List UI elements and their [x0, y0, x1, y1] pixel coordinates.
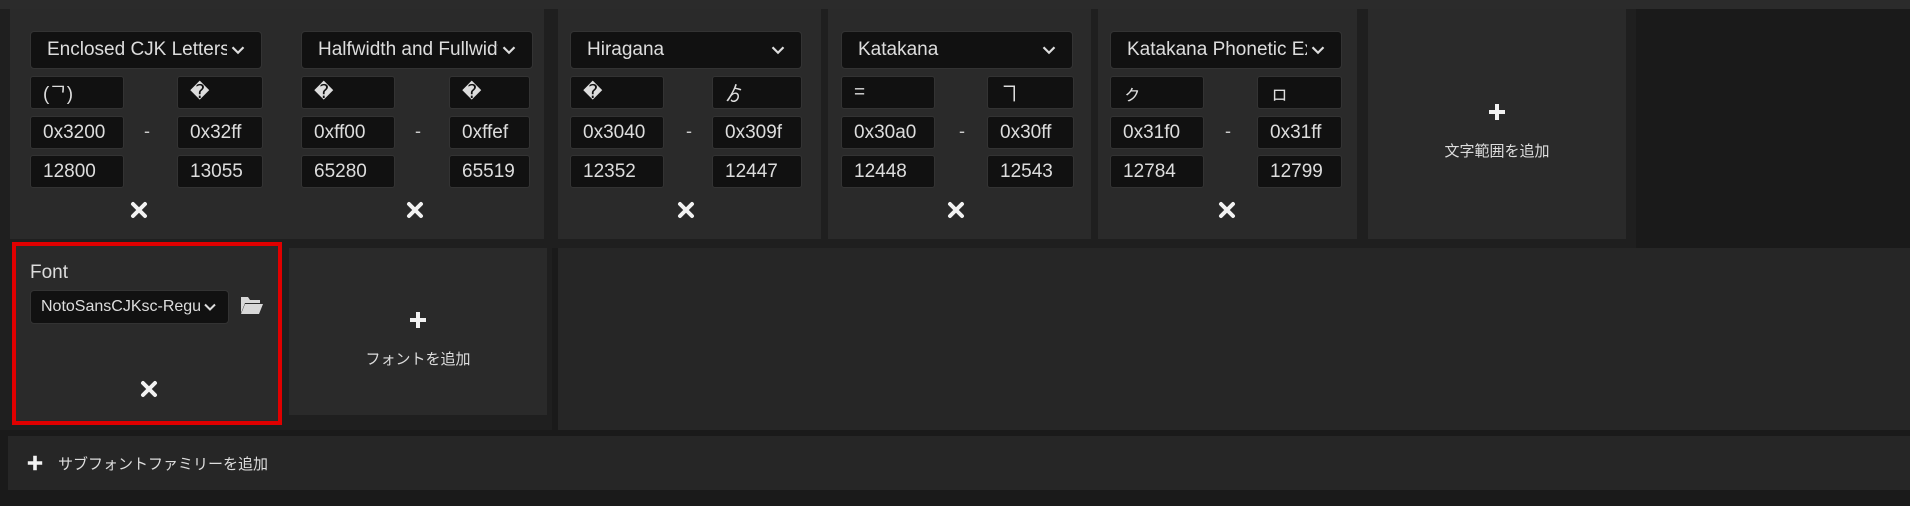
range-card: Enclosed CJK Letters and Months (ᄀ) � 0x… [10, 9, 281, 239]
start-char-field[interactable]: (ᄀ) [30, 76, 124, 109]
remove-range-button[interactable] [406, 201, 424, 219]
folder-open-icon[interactable] [240, 294, 264, 316]
font-title: Font [30, 262, 69, 283]
start-char-field[interactable]: � [301, 76, 395, 109]
end-char-field[interactable]: ヿ [987, 76, 1074, 109]
range-dropdown-label: Hiragana [587, 39, 665, 60]
start-char-field[interactable]: � [570, 76, 664, 109]
remove-range-button[interactable] [947, 201, 965, 219]
end-char-field[interactable]: � [177, 76, 263, 109]
range-card: Katakana Phonetic Extensions ㇰ ㇿ 0x31f0 … [1098, 9, 1357, 239]
add-font-label: フォントを追加 [365, 351, 471, 368]
range-separator: - [686, 121, 692, 141]
start-char-field[interactable]: ㇰ [1110, 76, 1204, 109]
range-dropdown[interactable]: Enclosed CJK Letters and Months [30, 31, 262, 69]
range-card: Halfwidth and Fullwidth Forms � � 0xff00… [281, 9, 544, 239]
add-subfamily-label: サブフォントファミリーを追加 [58, 455, 269, 473]
add-font-button[interactable]: フォントを追加 [289, 248, 547, 415]
start-hex-field[interactable]: 0x3200 [30, 116, 124, 149]
remove-range-button[interactable] [1218, 201, 1236, 219]
top-strip [0, 0, 1910, 9]
start-dec-field[interactable]: 12800 [30, 155, 124, 188]
add-range-label: 文字範囲を追加 [1444, 143, 1550, 160]
range-dropdown[interactable]: Halfwidth and Fullwidth Forms [301, 31, 533, 69]
range-dropdown-label: Enclosed CJK Letters and Months [47, 39, 227, 60]
end-hex-field[interactable]: 0x30ff [987, 116, 1074, 149]
bottom-margin [0, 490, 1910, 506]
chevron-down-icon [502, 46, 516, 55]
start-dec-field[interactable]: 12448 [841, 155, 935, 188]
chevron-down-icon [1042, 46, 1056, 55]
end-dec-field[interactable]: 12447 [712, 155, 802, 188]
end-hex-field[interactable]: 0xffef [449, 116, 530, 149]
range-separator: - [144, 121, 150, 141]
add-range-button[interactable]: 文字範囲を追加 [1368, 9, 1626, 239]
range-separator: - [959, 121, 965, 141]
remove-font-button[interactable] [140, 380, 158, 398]
close-icon [948, 202, 964, 218]
range-separator: - [415, 121, 421, 141]
start-hex-field[interactable]: 0xff00 [301, 116, 395, 149]
close-icon [407, 202, 423, 218]
end-dec-field[interactable]: 12543 [987, 155, 1074, 188]
chevron-down-icon [1311, 46, 1325, 55]
start-dec-field[interactable]: 12784 [1110, 155, 1204, 188]
end-dec-field[interactable]: 12799 [1257, 155, 1342, 188]
range-dropdown[interactable]: Katakana [841, 31, 1073, 69]
plus-icon [27, 455, 43, 471]
end-char-field[interactable]: � [449, 76, 530, 109]
range-dropdown[interactable]: Hiragana [570, 31, 802, 69]
close-icon [131, 202, 147, 218]
close-icon [1219, 202, 1235, 218]
range-dropdown-label: Halfwidth and Fullwidth Forms [318, 39, 498, 60]
chevron-down-icon [231, 46, 245, 55]
start-dec-field[interactable]: 65280 [301, 155, 395, 188]
end-char-field[interactable]: ㇿ [1257, 76, 1342, 109]
chevron-down-icon [771, 46, 785, 55]
start-hex-field[interactable]: 0x30a0 [841, 116, 935, 149]
range-dropdown-label: Katakana Phonetic Extensions [1127, 39, 1307, 60]
end-char-field[interactable]: ゟ [712, 76, 802, 109]
plus-icon [410, 312, 426, 328]
range-separator: - [1225, 121, 1231, 141]
close-icon [141, 381, 157, 397]
remove-range-button[interactable] [130, 201, 148, 219]
start-char-field[interactable]: = [841, 76, 935, 109]
start-hex-field[interactable]: 0x3040 [570, 116, 664, 149]
end-dec-field[interactable]: 65519 [449, 155, 530, 188]
start-hex-field[interactable]: 0x31f0 [1110, 116, 1204, 149]
start-dec-field[interactable]: 12352 [570, 155, 664, 188]
font-dropdown[interactable]: NotoSansCJKsc-Regular [30, 290, 229, 324]
add-subfamily-button[interactable]: サブフォントファミリーを追加 [8, 436, 1910, 490]
chevron-down-icon [204, 303, 216, 311]
fonts-area-empty [558, 248, 1910, 430]
end-dec-field[interactable]: 13055 [177, 155, 263, 188]
end-hex-field[interactable]: 0x32ff [177, 116, 263, 149]
close-icon [678, 202, 694, 218]
font-dropdown-label: NotoSansCJKsc-Regular [41, 298, 200, 315]
remove-range-button[interactable] [677, 201, 695, 219]
font-card: Font NotoSansCJKsc-Regular [12, 242, 282, 425]
end-hex-field[interactable]: 0x31ff [1257, 116, 1342, 149]
range-dropdown[interactable]: Katakana Phonetic Extensions [1110, 31, 1342, 69]
end-hex-field[interactable]: 0x309f [712, 116, 802, 149]
plus-icon [1489, 104, 1505, 120]
range-card: Hiragana � ゟ 0x3040 - 0x309f 12352 12447 [558, 9, 821, 239]
range-card: Katakana = ヿ 0x30a0 - 0x30ff 12448 12543 [828, 9, 1091, 239]
range-dropdown-label: Katakana [858, 39, 939, 60]
